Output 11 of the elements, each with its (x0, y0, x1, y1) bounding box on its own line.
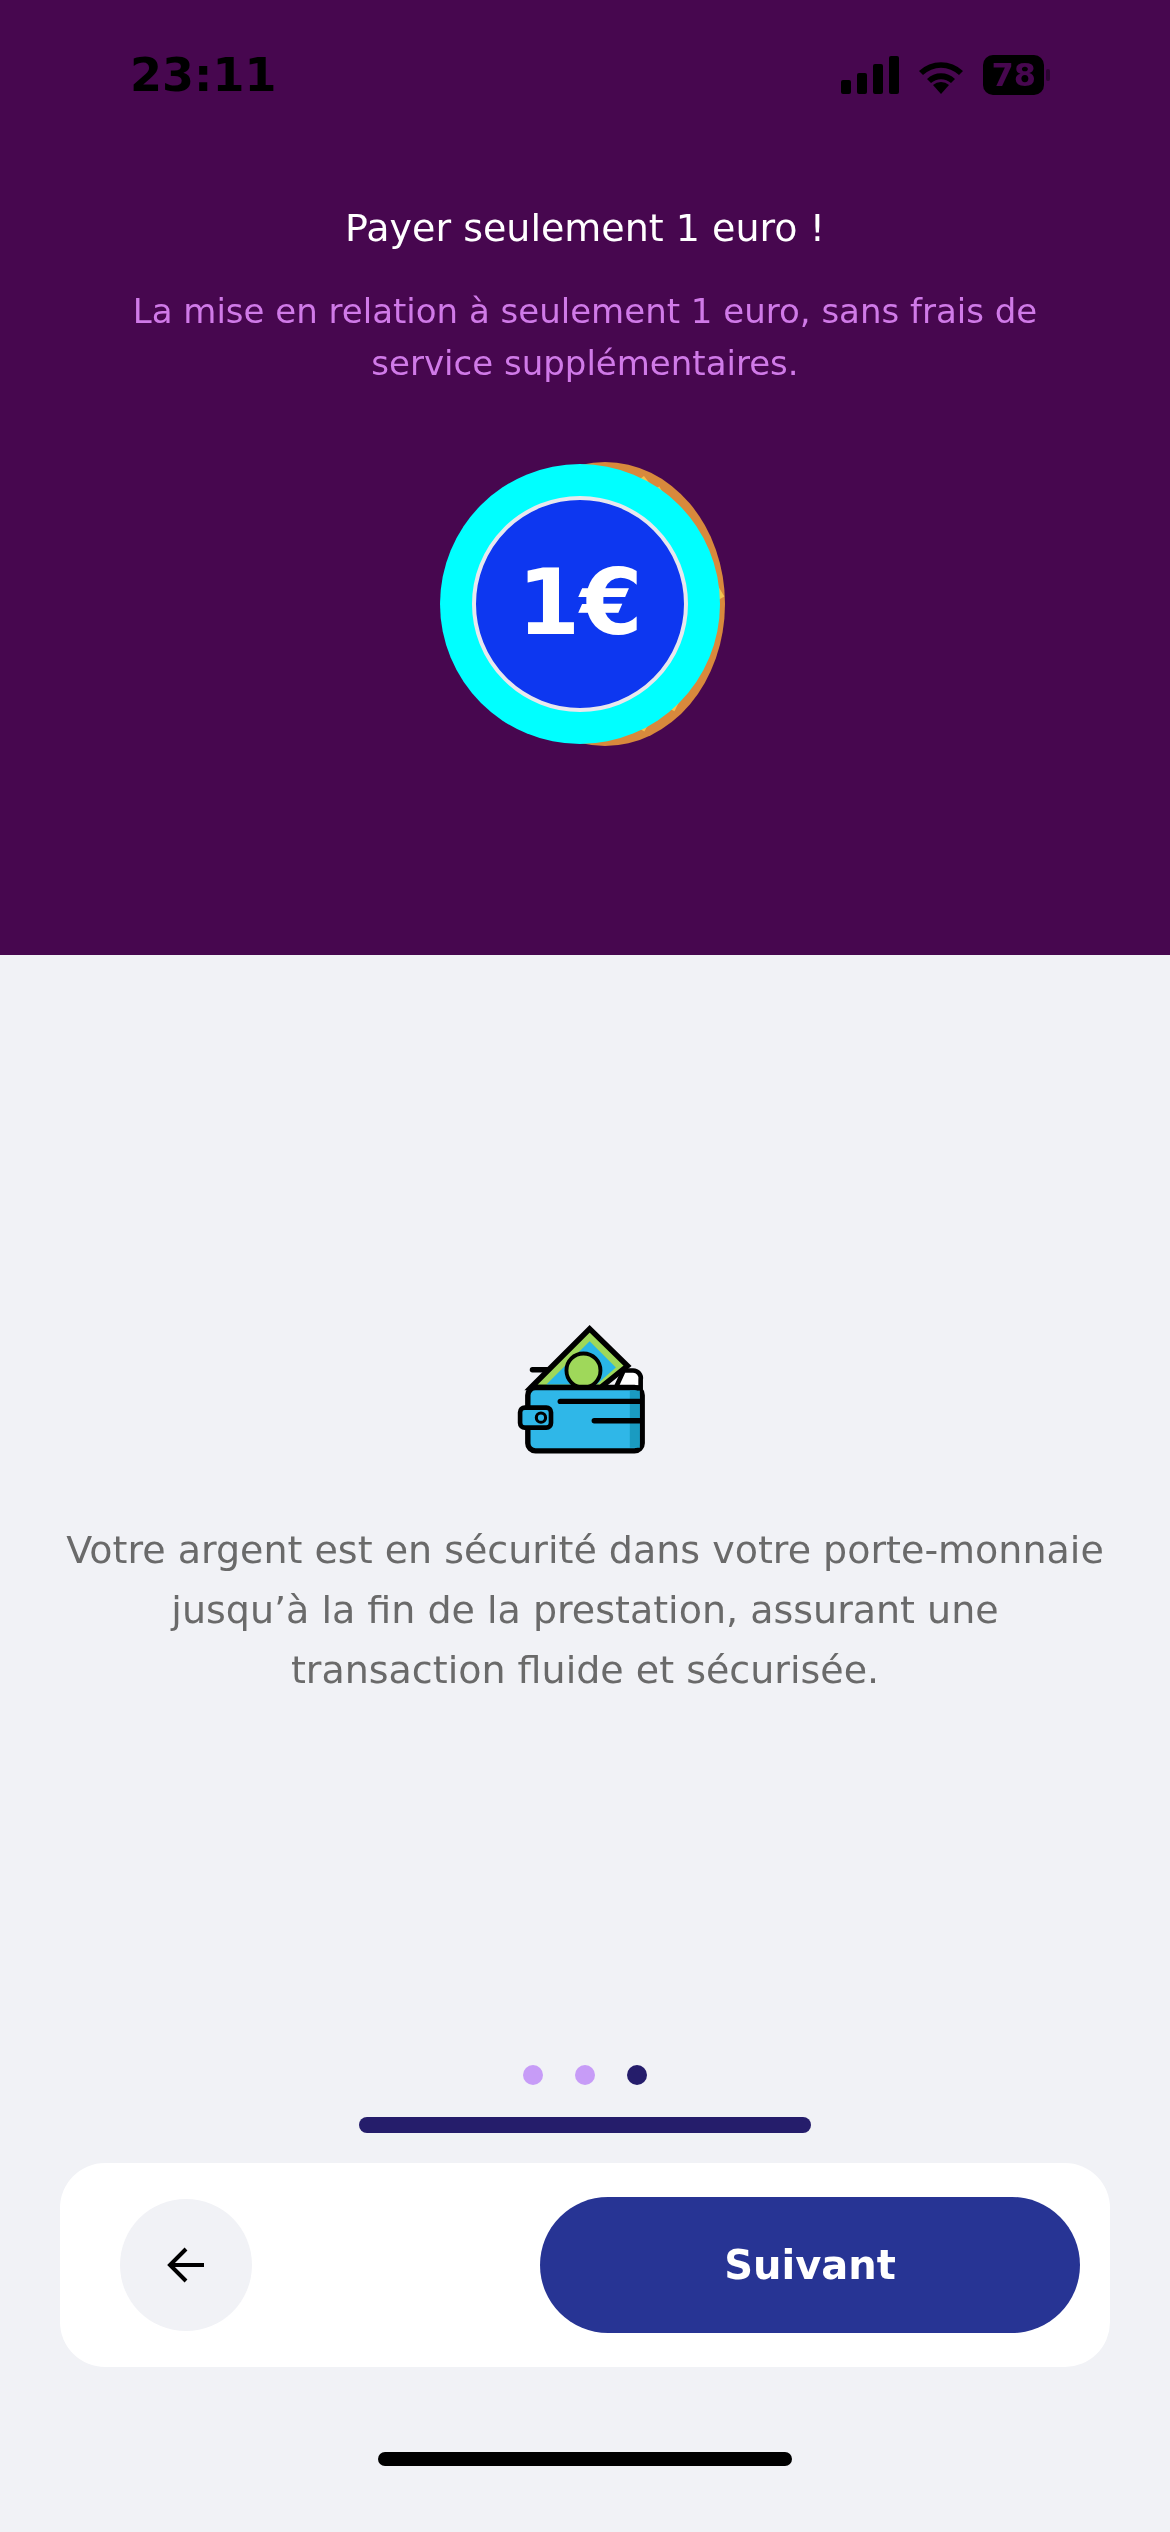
page-dot[interactable] (575, 2065, 595, 2085)
status-time: 23:11 (130, 46, 277, 104)
header-title: Payer seulement 1 euro ! (345, 205, 825, 252)
battery-level: 78 (983, 55, 1044, 95)
body-text: Votre argent est en sécurité dans votre porte-monnaie jusqu’à la fin de la prestation, assurant une transaction fluide et sécurisée. (65, 1527, 1105, 1694)
page-dot[interactable] (627, 2065, 647, 2085)
next-button[interactable]: Suivant (540, 2197, 1080, 2333)
back-arrow-icon (166, 2247, 206, 2283)
page-dot[interactable] (523, 2065, 543, 2085)
signal-icon (841, 56, 900, 94)
header-subtitle: La mise en relation à seulement 1 euro, sans frais de service supplémentaires. (131, 290, 1039, 385)
